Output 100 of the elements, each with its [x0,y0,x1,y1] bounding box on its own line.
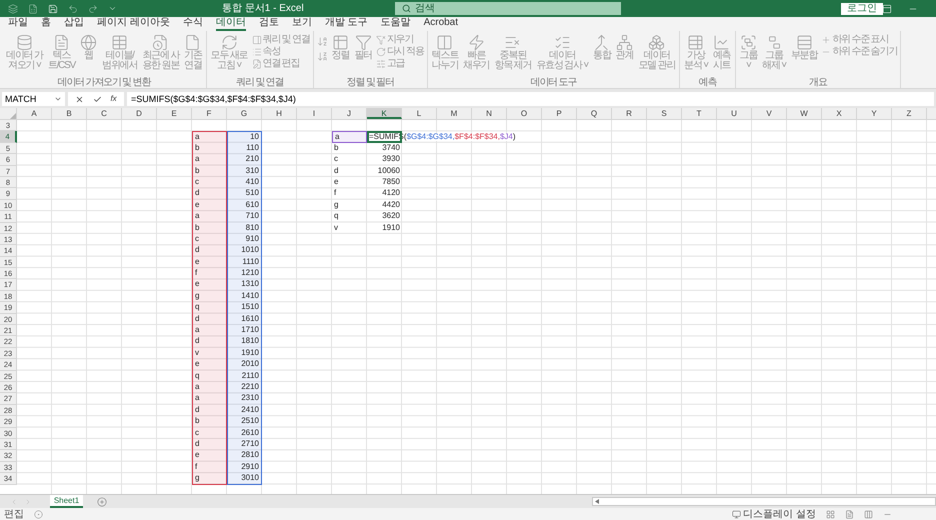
column-header[interactable]: Y [857,108,892,119]
edit-document-icon [252,58,262,68]
reapply-icon [376,46,386,56]
formula-field[interactable]: =SUMIFS($G$4:$G$34,$F$4:$F$34,$J4) [127,92,934,106]
table-cell-text: d [333,166,340,177]
table-cell: a [192,393,227,405]
table-cell: 610 [227,200,262,212]
group-icon [740,34,757,51]
clock-document-icon [152,34,170,51]
table-cell: 1710 [227,325,262,336]
table-cell: v [192,348,227,360]
ribbon-tab[interactable]: 파일 [8,17,28,31]
column-header[interactable]: C [87,108,122,119]
table-cell: 1810 [227,336,262,348]
table-cell: d [192,314,227,326]
ribbon-tab[interactable]: 도움말 [380,17,411,31]
table-cell: e [192,359,227,371]
table-cell: g [192,290,227,302]
table-cell: 1010 [227,245,262,257]
column-header[interactable]: X [822,108,857,119]
table-cell: c [192,176,227,188]
column-header[interactable]: L [402,108,437,119]
name-box[interactable]: MATCH [2,92,65,106]
plus-icon [821,34,832,44]
group-label: 정렬 및 필터 [346,77,394,88]
column-header[interactable]: Q [577,108,612,119]
table-cell: 910 [227,234,262,246]
previous-sheet-icon [10,498,18,506]
column-header[interactable]: Z [892,108,927,119]
document-icon [52,34,70,51]
table-cell: 210 [227,154,262,166]
table-cell: 810 [227,222,262,234]
table-cell: a [192,382,227,394]
column-header[interactable]: I [297,108,332,119]
column-header[interactable]: V [752,108,787,119]
table-cell-text: 3930 [381,154,401,166]
table-cell: a [192,154,227,166]
column-header[interactable]: H [262,108,297,119]
column-header[interactable]: U [717,108,752,119]
table-cell: 110 [227,142,262,154]
table-cell: d [192,245,227,257]
ribbon-tab[interactable]: 개발 도구 [324,17,368,31]
lightning-icon [468,34,485,51]
table-cell: b [192,166,227,177]
ribbon-tab[interactable]: 보기 [292,17,312,31]
column-header[interactable]: T [682,108,717,119]
column-header[interactable]: K [367,108,402,119]
column-header[interactable]: O [507,108,542,119]
page-layout-icon[interactable] [845,510,854,518]
column-header[interactable]: P [542,108,577,119]
table-cell-text: f [333,188,338,200]
columns-icon [436,34,454,51]
insert-function-button[interactable]: fx [110,94,117,104]
column-header[interactable]: B [52,108,87,119]
column-header[interactable]: N [472,108,507,119]
table-cell: e [192,450,227,462]
table-cell: 2710 [227,438,262,450]
table-cell-text: v [333,222,339,234]
enter-icon[interactable] [92,94,102,104]
column-header[interactable]: G [227,108,262,119]
table-cell: f [192,268,227,280]
cancel-icon[interactable] [75,94,84,104]
table-cell: 1510 [227,302,262,314]
table-cell: b [192,416,227,428]
column-header[interactable]: M [437,108,472,119]
table-cell: d [192,404,227,416]
column-header[interactable]: E [157,108,192,119]
group-label: 쿼리 및 연결 [236,77,284,88]
column-header[interactable]: D [122,108,157,119]
table-cell: b [192,222,227,234]
table-cell-text: b [333,142,340,154]
table-cell: 1610 [227,314,262,326]
undo-icon [68,4,78,14]
table-cell: d [192,438,227,450]
scroll-left-icon[interactable] [595,499,600,504]
line-chart-icon [713,34,730,51]
table-icon [332,34,349,51]
table-cell: 3010 [227,473,262,484]
sheet-tab[interactable]: Sheet1 [50,495,83,508]
table-cell: 2810 [227,450,262,462]
table-cell-text: q [333,211,340,222]
rows-icon [796,34,813,51]
next-sheet-icon [24,498,32,506]
normal-view-icon[interactable] [826,510,835,518]
table-cell: d [192,336,227,348]
ribbon-tab[interactable]: 페이지 레이아웃 [97,17,170,31]
ribbon-tab[interactable]: 홈 [41,17,51,31]
ribbon-tab[interactable]: Acrobat [424,17,458,31]
column-header[interactable]: A [17,108,52,119]
search-field[interactable]: 검색 [395,2,621,15]
ribbon-tab[interactable]: 수식 [182,17,203,31]
panel-icon [252,34,262,44]
ribbon-tab[interactable]: 삽입 [64,17,84,31]
column-header[interactable]: W [787,108,822,119]
sign-in-button[interactable]: 로그인 [841,2,883,14]
column-header[interactable]: R [612,108,647,119]
column-header[interactable]: S [647,108,682,119]
display-settings-button[interactable]: 디스플레이 설정 [732,508,816,520]
ribbon-tab[interactable]: 검토 [258,17,279,31]
column-header[interactable]: F [192,108,227,119]
